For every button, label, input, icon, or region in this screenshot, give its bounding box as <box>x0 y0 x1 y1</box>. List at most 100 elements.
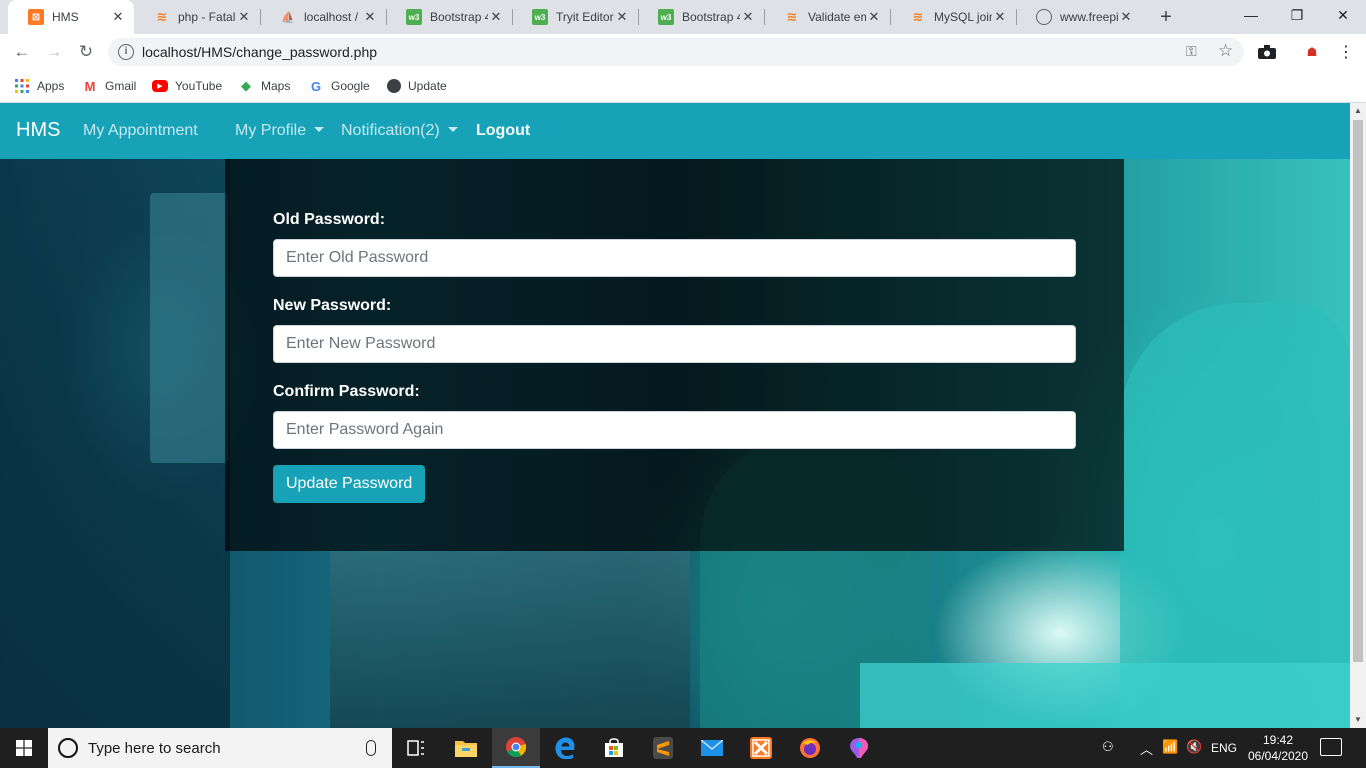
mail-app[interactable] <box>688 728 736 768</box>
menu-dots-icon[interactable]: ⋮ <box>1336 42 1356 62</box>
close-window-button[interactable]: ✕ <box>1320 0 1366 30</box>
reload-button[interactable]: ↻ <box>74 40 98 64</box>
file-explorer-app[interactable] <box>442 728 490 768</box>
info-icon[interactable]: i <box>118 44 134 60</box>
bookmarks-bar: Apps M Gmail ▶ YouTube ◆ Maps G Google U… <box>0 70 1366 103</box>
xampp-icon: ⊠ <box>28 9 44 25</box>
taskbar-search-box[interactable]: Type here to search <box>48 728 392 768</box>
tab-bootstrap-2[interactable]: w3 Bootstrap 4 ✕ <box>638 0 764 34</box>
old-password-input[interactable] <box>273 239 1076 277</box>
navbar-brand[interactable]: HMS <box>16 119 60 142</box>
store-icon <box>605 738 623 757</box>
store-app[interactable] <box>590 728 638 768</box>
bookmark-youtube[interactable]: ▶ YouTube <box>152 77 222 95</box>
w3schools-icon: w3 <box>658 9 674 25</box>
action-center-icon[interactable] <box>1320 738 1342 756</box>
chrome-icon <box>506 737 527 758</box>
close-tab-icon[interactable]: ✕ <box>236 9 252 25</box>
minimize-button[interactable]: — <box>1228 0 1274 30</box>
stackoverflow-icon: ≋ <box>786 9 798 24</box>
edge-icon <box>555 737 575 759</box>
close-tab-icon[interactable]: ✕ <box>110 9 126 25</box>
nav-my-profile-dropdown[interactable]: My Profile <box>235 122 325 140</box>
nav-notification-dropdown[interactable]: Notification(2) <box>341 122 458 140</box>
close-tab-icon[interactable]: ✕ <box>866 9 882 25</box>
wifi-icon[interactable]: 📶 <box>1162 739 1178 755</box>
update-password-button[interactable]: Update Password <box>273 465 426 503</box>
tab-hms[interactable]: ⊠ HMS ✕ <box>8 0 134 34</box>
address-bar[interactable]: i localhost/HMS/change_password.php ⚿ ☆ <box>108 38 1244 66</box>
chrome-app[interactable] <box>492 728 540 768</box>
tab-freepik[interactable]: www.freepi ✕ <box>1016 0 1142 34</box>
restore-button[interactable]: ❐ <box>1274 0 1320 30</box>
background-equipment-shape <box>330 551 690 728</box>
new-tab-button[interactable]: + <box>1154 5 1178 29</box>
gmail-icon: M <box>84 78 96 94</box>
close-tab-icon[interactable]: ✕ <box>992 9 1008 25</box>
xampp-icon <box>750 737 772 759</box>
bookmark-update[interactable]: Update <box>387 77 447 95</box>
tab-validate-email[interactable]: ≋ Validate em ✕ <box>764 0 890 34</box>
key-icon[interactable]: ⚿ <box>1186 43 1197 60</box>
bookmark-google[interactable]: G Google <box>308 77 370 95</box>
w3schools-icon: w3 <box>532 9 548 25</box>
close-tab-icon[interactable]: ✕ <box>1118 9 1134 25</box>
task-view-button[interactable] <box>392 728 440 768</box>
mail-icon <box>701 740 723 756</box>
stackoverflow-icon: ≋ <box>912 9 924 24</box>
globe-icon <box>387 79 401 93</box>
browser-toolbar: ← → ↻ i localhost/HMS/change_password.ph… <box>0 34 1366 70</box>
bookmark-gmail[interactable]: M Gmail <box>82 77 137 95</box>
sublime-text-app[interactable] <box>639 728 687 768</box>
folder-icon <box>455 741 477 757</box>
bookmark-maps[interactable]: ◆ Maps <box>238 77 290 95</box>
old-password-label: Old Password: <box>273 211 386 228</box>
tab-tryit-editor[interactable]: w3 Tryit Editor ✕ <box>512 0 638 34</box>
page-viewport: HMS My Appointment My Profile Notificati… <box>0 103 1350 728</box>
background-monitor-shape <box>150 193 228 463</box>
camera-icon[interactable] <box>1257 42 1277 62</box>
xampp-app[interactable] <box>737 728 785 768</box>
nav-logout[interactable]: Logout <box>476 122 530 140</box>
close-tab-icon[interactable]: ✕ <box>740 9 756 25</box>
new-password-input[interactable] <box>273 325 1076 363</box>
sublime-icon <box>653 737 673 759</box>
globe-icon <box>1036 9 1052 25</box>
people-icon[interactable]: ⚇ <box>1102 739 1114 755</box>
forward-button[interactable]: → <box>42 40 66 64</box>
volume-muted-icon[interactable]: 🔇 <box>1186 739 1202 755</box>
google-icon: G <box>310 78 322 94</box>
windows-logo-icon <box>16 740 32 756</box>
task-view-icon <box>407 740 424 756</box>
show-hidden-icons-chevron-icon[interactable]: ︿ <box>1140 739 1153 758</box>
star-icon[interactable]: ☆ <box>1218 41 1233 61</box>
scroll-up-arrow-icon[interactable]: ▲ <box>1350 103 1366 119</box>
page-scrollbar[interactable]: ▲ ▼ <box>1350 103 1366 728</box>
close-tab-icon[interactable]: ✕ <box>362 9 378 25</box>
paint3d-app[interactable] <box>835 728 883 768</box>
tab-bootstrap-1[interactable]: w3 Bootstrap 4 ✕ <box>386 0 512 34</box>
extension-icon[interactable]: ☗ <box>1302 42 1322 62</box>
windows-start-button[interactable] <box>0 728 48 768</box>
youtube-icon: ▶ <box>152 80 168 92</box>
bookmark-apps[interactable]: Apps <box>14 77 64 95</box>
scrollbar-thumb[interactable] <box>1353 120 1363 662</box>
nav-my-profile-label: My Profile <box>235 122 307 139</box>
language-indicator[interactable]: ENG <box>1211 741 1237 755</box>
scroll-down-arrow-icon[interactable]: ▼ <box>1350 712 1366 728</box>
tab-php-fatal[interactable]: ≋ php - Fatal ✕ <box>134 0 260 34</box>
firefox-icon <box>800 738 820 758</box>
confirm-password-input[interactable] <box>273 411 1076 449</box>
tab-localhost[interactable]: ⛵ localhost / ✕ <box>260 0 386 34</box>
system-clock[interactable]: 19:42 06/04/2020 <box>1246 732 1310 764</box>
back-button[interactable]: ← <box>10 40 34 64</box>
firefox-app[interactable] <box>786 728 834 768</box>
address-url[interactable]: localhost/HMS/change_password.php <box>142 44 377 60</box>
microphone-icon[interactable] <box>366 740 376 756</box>
nav-my-appointment[interactable]: My Appointment <box>83 122 198 140</box>
close-tab-icon[interactable]: ✕ <box>488 9 504 25</box>
tab-mysql-join[interactable]: ≋ MySQL join ✕ <box>890 0 1016 34</box>
close-tab-icon[interactable]: ✕ <box>614 9 630 25</box>
edge-app[interactable] <box>541 728 589 768</box>
caret-down-icon <box>314 127 325 132</box>
